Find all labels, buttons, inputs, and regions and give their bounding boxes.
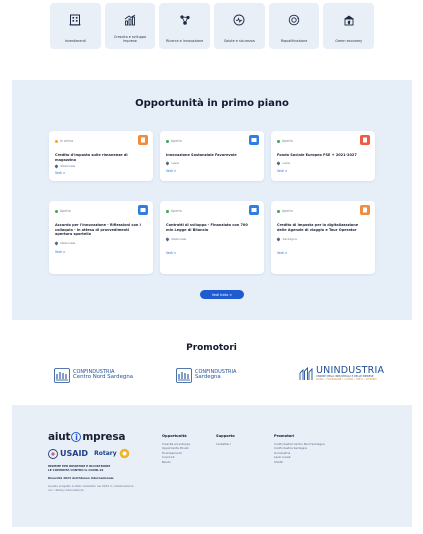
card-title: Contratti di sviluppo - Finanziato con 7… xyxy=(166,223,248,232)
card-title: Fondo Sociale Europeo FSE + 2021-2027 xyxy=(277,153,357,157)
status-badge: Aperto xyxy=(55,209,71,213)
document-icon xyxy=(138,135,148,145)
footer-note: Questo progetto è stato realizzato nel 2… xyxy=(48,484,134,492)
footer-logo[interactable]: aiut i mpresa xyxy=(48,431,125,443)
card-title: Credito di imposta per la digitalizzazio… xyxy=(277,223,359,232)
status-badge: Aperto xyxy=(166,139,182,143)
document-icon xyxy=(138,205,148,215)
status-badge: In arrivo xyxy=(55,139,73,143)
document-icon xyxy=(360,135,370,145)
footer-heading: Supporto xyxy=(216,434,235,438)
category-crescita[interactable]: Crescita e sviluppo imprese xyxy=(104,3,156,49)
rotary-logo: Rotary xyxy=(94,448,130,459)
footer-col-supporto: Supporto Contattaci xyxy=(216,434,235,446)
category-investimenti[interactable]: Investimenti xyxy=(50,3,101,49)
footer-heading: Opportunità xyxy=(162,434,187,438)
footer-sponsors: USAID Rotary xyxy=(48,448,130,459)
card-link[interactable]: Vedi > xyxy=(166,169,177,173)
promoters-title: Promotori xyxy=(186,343,237,353)
category-bar: Investimenti Crescita e sviluppo imprese… xyxy=(50,3,375,49)
opportunity-card[interactable]: Aperto Contratti di sviluppo - Finanziat… xyxy=(160,201,264,274)
category-salute[interactable]: Salute e sicurezza xyxy=(214,3,265,49)
document-icon xyxy=(360,205,370,215)
category-green-economy[interactable]: Green economy xyxy=(323,3,375,49)
footer-link[interactable]: Bando xyxy=(162,460,190,464)
category-label: Green economy xyxy=(335,38,363,43)
logo-text-line3: ROMA • FROSINONE • LATINA • RIETI • VITE… xyxy=(316,377,377,381)
opportunity-card[interactable]: In arrivo Credito d'imposta sulle rimane… xyxy=(49,131,153,181)
category-label: Investimenti xyxy=(64,38,86,43)
opportunity-card[interactable]: Aperto Innovazione Sostanziale Favorevol… xyxy=(160,131,264,181)
opportunity-card[interactable]: Aperto Credito di imposta per la digital… xyxy=(271,201,375,274)
usaid-logo: USAID xyxy=(48,448,88,459)
confindustria-emblem-icon xyxy=(54,368,70,383)
unindustria-emblem-icon xyxy=(299,366,313,380)
category-riqualificazione[interactable]: Riqualificazione xyxy=(268,3,320,49)
building-icon xyxy=(67,13,83,27)
logo-text-line2: Sardegna xyxy=(195,374,221,381)
pin-icon xyxy=(276,237,281,241)
status-badge: Aperto xyxy=(277,139,293,143)
document-icon xyxy=(249,135,259,145)
logo-confindustria-sardegna[interactable]: CONFINDUSTRIA Sardegna xyxy=(176,368,236,383)
page: Investimenti Crescita e sviluppo imprese… xyxy=(0,0,423,534)
usaid-seal-icon xyxy=(48,448,58,459)
category-label: Riqualificazione xyxy=(280,38,308,43)
footer: aiut i mpresa USAID Rotary INSIEME PER RIP… xyxy=(12,405,412,527)
confindustria-emblem-icon xyxy=(176,368,192,383)
rotary-wheel-icon xyxy=(119,448,129,459)
status-badge: Aperto xyxy=(166,209,182,213)
logo-text-line2: Centro Nord Sardegna xyxy=(73,374,134,381)
growth-icon xyxy=(122,13,138,27)
green-building-icon xyxy=(341,13,357,27)
health-icon xyxy=(231,13,247,27)
footer-heading: Promotori xyxy=(274,434,295,438)
card-link[interactable]: Vedi > xyxy=(55,171,66,175)
card-location: Sardegna xyxy=(276,237,297,241)
pin-icon xyxy=(54,241,59,245)
opportunity-card[interactable]: Aperto Fondo Sociale Europeo FSE + 2021-… xyxy=(271,131,375,181)
card-link[interactable]: Vedi > xyxy=(277,169,288,173)
category-label: Crescita e sviluppo imprese xyxy=(113,34,147,43)
pin-icon xyxy=(165,237,170,241)
molecule-icon xyxy=(177,13,193,27)
category-label: Salute e sicurezza xyxy=(223,38,255,43)
footer-col-opportunita: Opportunità Crescita ed sviluppo Opportu… xyxy=(162,434,190,464)
logo-confindustria-cns[interactable]: CONFINDUSTRIA Centro Nord Sardegna xyxy=(54,368,133,383)
footer-tagline: INSIEME PER RIPARTIRE E RICOSTRUIRE LE C… xyxy=(48,464,111,472)
footer-col-promotori: Promotori Confindustria Centro Nord Sard… xyxy=(274,434,334,464)
opportunity-card[interactable]: Aperto Accordo per l'innovazione - Rifle… xyxy=(49,201,153,274)
opportunities-title: Opportunità in primo piano xyxy=(135,98,289,109)
card-title: Innovazione Sostanziale Favorevole xyxy=(166,153,237,157)
category-label: Ricerca e innovazione xyxy=(166,38,204,43)
document-icon xyxy=(249,205,259,215)
view-all-button[interactable]: Vedi tutto > xyxy=(200,290,244,299)
card-location: Nazionale xyxy=(54,164,75,168)
card-link[interactable]: Vedi > xyxy=(55,250,66,254)
card-location: Lazio xyxy=(165,161,179,165)
footer-link[interactable]: Contattaci xyxy=(216,442,235,446)
pin-icon xyxy=(54,164,59,168)
card-location: Nazionale xyxy=(54,241,75,245)
card-link[interactable]: Vedi > xyxy=(277,251,288,255)
card-title: Accordo per l'innovazione - Riflessioni … xyxy=(55,223,141,237)
card-link[interactable]: Vedi > xyxy=(166,251,177,255)
card-title: Credito d'imposta sulle rimanenze di mag… xyxy=(55,153,128,162)
card-location: Lazio xyxy=(276,161,290,165)
recycle-icon xyxy=(286,13,302,27)
category-ricerca[interactable]: Ricerca e innovazione xyxy=(159,3,211,49)
status-badge: Aperto xyxy=(277,209,293,213)
pin-icon xyxy=(276,161,281,165)
pin-icon xyxy=(165,161,170,165)
card-location: Nazionale xyxy=(165,237,186,241)
footer-partner: Diversità 2024 dell'Ateneo Internazional… xyxy=(48,476,114,480)
opportunities-section: Opportunità in primo piano In arrivo Cre… xyxy=(12,80,412,320)
logo-unindustria[interactable]: UNINDUSTRIA UNIONE DEGLI INDUSTRIALI E D… xyxy=(298,366,384,382)
footer-link[interactable]: USAID xyxy=(274,460,334,464)
